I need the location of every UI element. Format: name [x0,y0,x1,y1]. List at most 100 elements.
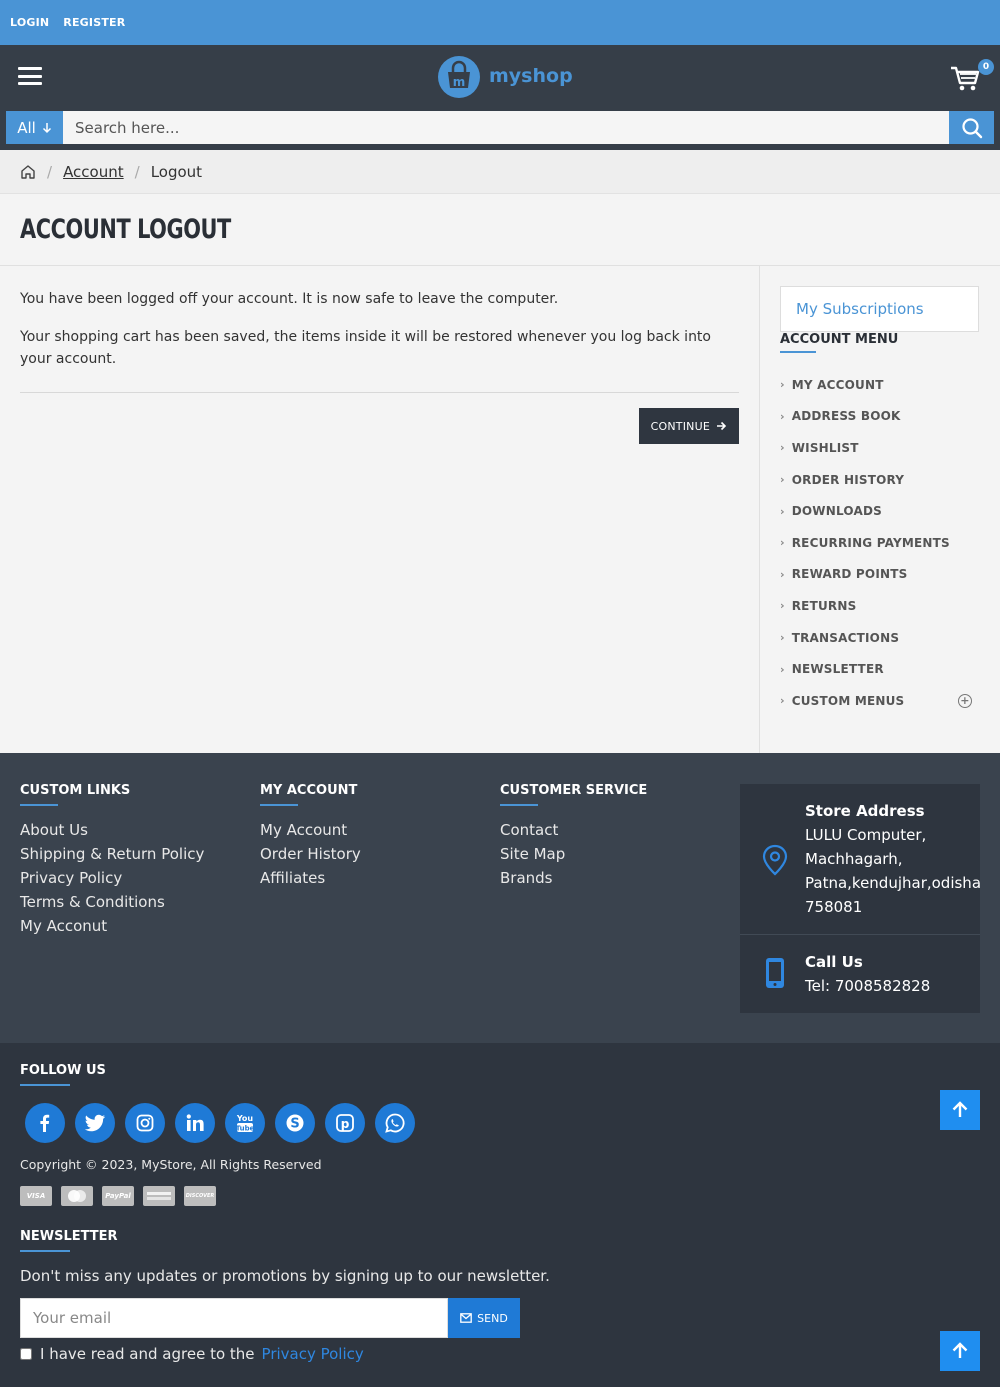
account-menu-item-returns[interactable]: › RETURNS [780,590,980,622]
main-content-area: You have been logged off your account. I… [0,266,1000,753]
menu-item-label: ADDRESS BOOK [791,409,901,424]
chevron-right-icon: › [780,536,785,550]
footer-link-site-map[interactable]: Site Map [500,842,647,866]
map-pin-icon [762,844,788,876]
menu-item-label: DOWNLOADS [791,504,882,519]
email-field[interactable] [20,1298,448,1338]
continue-button[interactable]: CONTINUE [638,408,739,444]
whatsapp-icon[interactable] [375,1103,415,1143]
search-input[interactable] [63,111,949,144]
store-address-line: LULU Computer, [805,826,927,844]
account-menu-item-custom-menus[interactable]: › CUSTOM MENUS + [780,685,980,717]
continue-label: CONTINUE [650,419,710,433]
search-bar: All [0,111,1000,150]
breadcrumb-account-link[interactable]: Account [63,163,124,181]
menu-icon[interactable] [18,67,42,85]
youtube-icon[interactable]: You Tube [225,1103,265,1143]
footer-link-contact[interactable]: Contact [500,818,647,842]
breadcrumb-separator: / [47,162,53,181]
search-category-select[interactable]: All [6,111,63,144]
arrow-up-icon [952,1101,968,1117]
scroll-to-top-button[interactable] [940,1090,980,1130]
footer-link-privacy-policy[interactable]: Privacy Policy [20,866,204,890]
newsletter-title: NEWSLETTER [20,1229,118,1252]
logout-message-panel: You have been logged off your account. I… [0,266,760,753]
svg-text:Tube: Tube [236,1125,255,1133]
cart-count-badge: 0 [978,59,994,75]
scroll-to-top-button[interactable] [940,1331,980,1371]
expand-plus-icon[interactable]: + [958,693,972,708]
register-link[interactable]: REGISTER [63,16,125,29]
store-address-line: 758081 [805,898,863,916]
chevron-right-icon: › [780,631,785,645]
payment-methods: VISA PayPal DISCOVER [20,1186,216,1206]
footer-col-customer-service: CUSTOMER SERVICE Contact Site Map Brands [500,783,647,890]
logout-message: You have been logged off your account. I… [20,291,559,307]
chevron-right-icon: › [780,473,785,487]
visa-icon: VISA [20,1186,52,1206]
twitter-icon[interactable] [75,1103,115,1143]
account-menu-item-downloads[interactable]: › DOWNLOADS [780,495,980,527]
account-menu-item-newsletter[interactable]: › NEWSLETTER [780,653,980,685]
chevron-right-icon: › [780,409,785,423]
my-subscriptions-link[interactable]: My Subscriptions [780,286,979,332]
newsletter-text: Don't miss any updates or promotions by … [20,1267,550,1285]
search-button[interactable] [949,111,994,144]
footer-link-shipping-return[interactable]: Shipping & Return Policy [20,842,204,866]
arrow-right-icon [717,421,727,431]
footer-link-brands[interactable]: Brands [500,866,647,890]
footer-link-order-history[interactable]: Order History [260,842,361,866]
menu-item-label: WISHLIST [791,440,859,455]
cart-button[interactable]: 0 [950,59,994,95]
footer-bottom: FOLLOW US You Tube S p Copyright © 2023, … [0,1043,1000,1387]
skype-icon[interactable]: S [275,1103,315,1143]
login-link[interactable]: LOGIN [10,16,49,29]
chevron-right-icon: › [780,504,785,518]
divider [740,934,980,935]
menu-item-label: NEWSLETTER [791,662,884,677]
arrow-down-icon [42,122,51,133]
footer-link-my-account[interactable]: My Acconut [20,914,204,938]
chevron-right-icon: › [780,599,785,613]
store-info-box: Store Address LULU Computer, Machhagarh,… [740,784,981,1013]
logo-text: myshop [489,65,573,87]
account-menu-item-my-account[interactable]: › MY ACCOUNT [780,369,980,401]
instagram-icon[interactable] [125,1103,165,1143]
account-menu-item-order-history[interactable]: › ORDER HISTORY [780,464,980,496]
page-title-bar: ACCOUNT LOGOUT [0,194,1000,266]
account-menu-item-recurring-payments[interactable]: › RECURRING PAYMENTS [780,527,980,559]
send-button[interactable]: SEND [448,1298,520,1338]
agree-checkbox[interactable] [20,1348,32,1360]
copyright-text: Copyright © 2023, MyStore, All Rights Re… [20,1157,322,1172]
footer-links: CUSTOM LINKS About Us Shipping & Return … [0,753,1000,1043]
footer-col-title: MY ACCOUNT [260,783,361,806]
privacy-policy-link[interactable]: Privacy Policy [262,1345,364,1363]
cart-icon [951,66,980,91]
home-icon[interactable] [20,164,36,180]
facebook-icon[interactable] [25,1103,65,1143]
footer-link-about-us[interactable]: About Us [20,818,204,842]
footer-link-terms[interactable]: Terms & Conditions [20,890,204,914]
footer-col-my-account: MY ACCOUNT My Account Order History Affi… [260,783,361,890]
account-menu-item-wishlist[interactable]: › WISHLIST [780,432,980,464]
footer-link-my-account[interactable]: My Account [260,818,361,842]
account-menu-title: ACCOUNT MENU [780,332,980,353]
account-menu-item-address-book[interactable]: › ADDRESS BOOK [780,401,980,433]
pinterest-icon[interactable]: p [325,1103,365,1143]
newsletter-form: SEND [20,1298,520,1338]
call-us-title: Call Us [805,953,863,971]
footer-col-title: CUSTOMER SERVICE [500,783,647,806]
menu-item-label: REWARD POINTS [791,567,908,582]
breadcrumb-separator: / [134,162,140,181]
svg-text:S: S [290,1117,299,1132]
account-menu-item-reward-points[interactable]: › REWARD POINTS [780,559,980,591]
svg-text:p: p [341,1117,350,1131]
mastercard-icon [61,1186,93,1206]
footer-link-affiliates[interactable]: Affiliates [260,866,361,890]
logo[interactable]: m myshop [435,53,573,99]
svg-text:You: You [236,1114,254,1123]
account-menu-item-transactions[interactable]: › TRANSACTIONS [780,622,980,654]
arrow-up-icon [952,1342,968,1358]
linkedin-icon[interactable] [175,1103,215,1143]
store-phone[interactable]: Tel: 7008582828 [805,977,930,995]
